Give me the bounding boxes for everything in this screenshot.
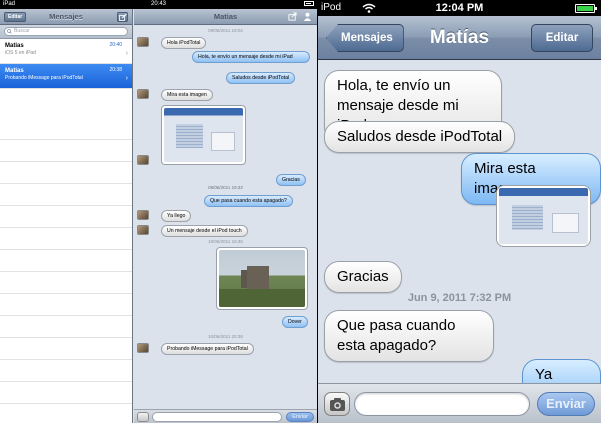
message-bubble-incoming: Mira esta imagen [161,89,213,101]
conversation-row-selected[interactable]: Matias Probando iMessage para iPodTotal … [0,64,132,89]
screenshot-composite: iPad 20:43 Editar Mensajes Buscar Matias [0,0,601,423]
send-button[interactable]: Enviar [537,392,595,416]
photo-attachment[interactable] [216,247,308,310]
message-bubble-outgoing: Que pasa cuando esta apagado? [204,195,293,207]
message-bubble-incoming: Ya llego [161,210,192,222]
ipod-navbar: Mensajes Matías Editar [318,16,601,60]
share-icon[interactable] [288,12,297,21]
conversation-time: 20:40 [109,42,122,48]
camera-button[interactable] [324,392,350,416]
ipad-chat-pane: Matias 09/06/2011 19:02 Hola iPodTotal H… [134,9,317,423]
status-time: 12:04 PM [435,2,484,14]
message-bubble-incoming: Saludos desde iPodTotal [324,121,516,153]
message-bubble-outgoing: Ya llego [522,359,601,383]
image-attachment[interactable] [496,185,591,247]
compose-icon [119,14,127,21]
chevron-right-icon: › [125,75,128,82]
ipod-compose-bar: Enviar [318,383,601,423]
camera-icon [330,398,345,411]
avatar [137,225,149,235]
timestamp: Jun 9, 2011 7:32 PM [407,292,512,304]
message-bubble-outgoing: Saludos desde iPodTotal [226,72,296,84]
timestamp: 10/06/2011 16:35 [208,239,243,244]
message-bubble-incoming: Hola iPodTotal [161,37,207,49]
conversation-preview: iOS 5 en iPad [5,50,36,56]
conversation-time: 20:38 [109,67,122,73]
message-input[interactable] [152,412,282,422]
ipad-compose-bar: Enviar [134,409,317,423]
search-bar: Buscar [0,25,132,39]
ipad-status-bar: iPad 20:43 [0,0,317,9]
edit-button[interactable]: Editar [531,24,593,52]
status-time: 20:43 [150,1,166,7]
send-button[interactable]: Enviar [286,412,314,422]
conversation-row[interactable]: Matias iOS 5 en iPad 20:40 › [0,39,132,64]
avatar [137,155,149,165]
search-input[interactable]: Buscar [4,27,128,36]
chat-navbar: Matias [134,9,317,25]
message-bubble-outgoing: Dover [282,316,308,328]
conversation-preview: Probando iMessage para iPodTotal [5,75,83,81]
ipod-message-thread: Hola, te envío un mensaje desde mi iPad … [318,61,601,383]
timestamp: 10/06/2011 20:38 [208,334,243,339]
empty-list-rows [0,118,132,423]
timestamp: 09/06/2011 19:32 [208,185,243,190]
ipad-message-thread: 09/06/2011 19:02 Hola iPodTotal Hola, te… [134,25,317,409]
conversation-list-pane: Editar Mensajes Buscar Matias iOS 5 en i… [0,9,133,423]
message-bubble-incoming: Probando iMessage para iPodTotal [161,343,254,355]
camera-button[interactable] [137,412,149,422]
timestamp: 09/06/2011 19:02 [208,28,243,33]
battery-icon [302,0,314,9]
avatar [137,37,149,47]
message-bubble-incoming: Gracias [324,261,402,293]
ipod-screen: iPod 12:04 PM Mensajes Matías Editar Hol… [318,0,601,423]
list-navbar: Editar Mensajes [0,9,132,25]
search-icon [7,29,12,34]
message-bubble-incoming: Que pasa cuando esta apagado? [324,310,494,362]
image-attachment[interactable] [161,105,246,165]
battery-icon [575,4,597,13]
message-bubble-incoming: Un mensaje desde el iPod touch [161,225,248,237]
search-placeholder: Buscar [14,28,30,34]
ipad-screen: iPad 20:43 Editar Mensajes Buscar Matias [0,0,317,423]
contact-icon[interactable] [303,12,312,21]
compose-button[interactable] [117,12,128,22]
ipod-status-bar: iPod 12:04 PM [318,0,601,16]
avatar [137,343,149,353]
chevron-right-icon: › [125,50,128,57]
message-bubble-outgoing: Hola, te envío un mensaje desde mi iPad [192,51,310,63]
message-input[interactable] [354,392,530,416]
avatar [137,210,149,220]
list-title: Mensajes [49,12,83,21]
avatar [137,89,149,99]
